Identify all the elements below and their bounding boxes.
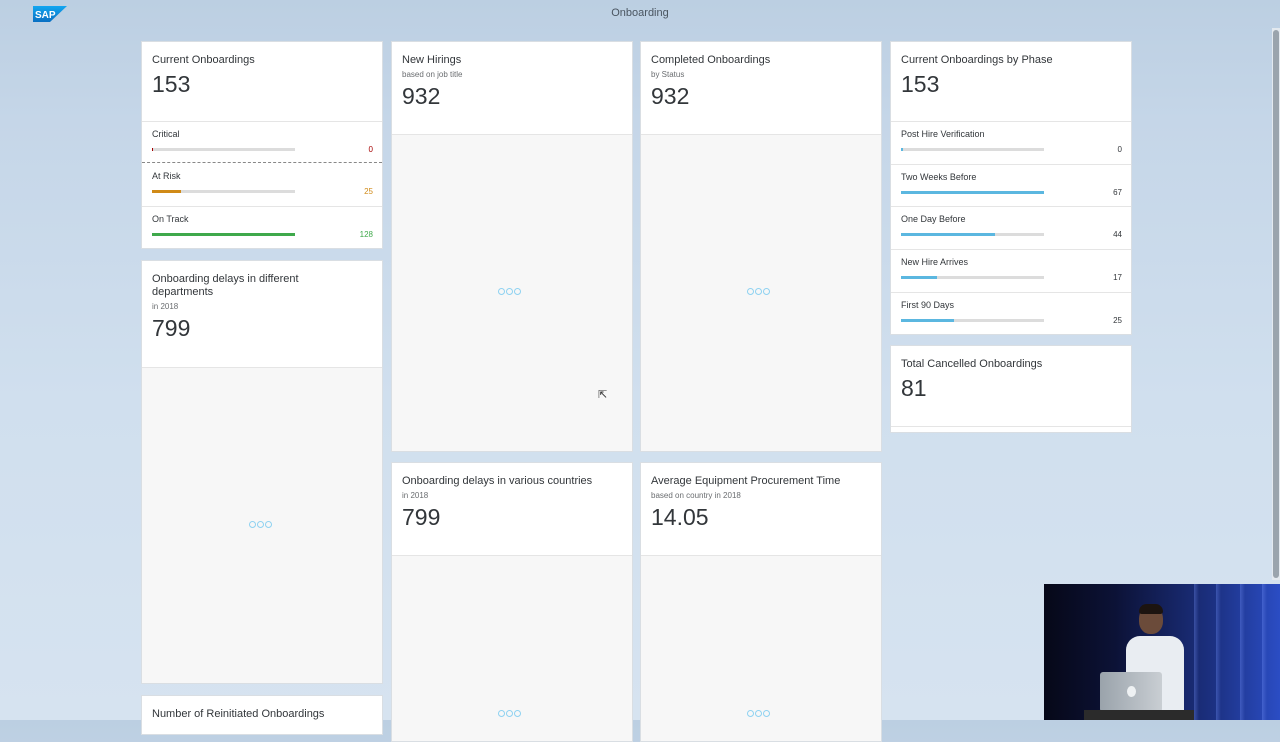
shell-title: Onboarding: [611, 7, 669, 19]
progress-track: [901, 319, 1044, 322]
row-label: At Risk: [152, 171, 181, 181]
curtain-decor: [1194, 584, 1199, 720]
kpi-value: 14.05: [651, 504, 709, 530]
progress-track: [152, 148, 295, 151]
card-title: Onboarding delays in various countries: [402, 475, 593, 487]
progress-track: [152, 233, 295, 236]
card-title: Number of Reinitiated Onboardings: [152, 708, 325, 720]
presenter-video: [1044, 584, 1280, 720]
progress-track: [152, 190, 295, 193]
progress-track: [901, 148, 1044, 151]
row-label: Post Hire Verification: [901, 129, 985, 139]
card-completed-onboardings[interactable]: Completed Onboardings by Status 932: [640, 41, 882, 452]
row-label: Critical: [152, 129, 180, 139]
card-subtitle: based on job title: [402, 70, 463, 79]
progress-track: [901, 276, 1044, 279]
phase-row-two-weeks-before[interactable]: Two Weeks Before 67: [891, 164, 1131, 206]
card-title: Completed Onboardings: [651, 54, 771, 66]
progress-fill: [901, 233, 996, 236]
curtain-decor: [1240, 584, 1245, 720]
status-row-critical[interactable]: Critical 0: [142, 121, 382, 163]
kpi-value: 932: [651, 83, 690, 109]
card-reinitiated[interactable]: Number of Reinitiated Onboardings: [141, 695, 383, 735]
progress-fill: [901, 148, 904, 151]
chart-area: [641, 556, 881, 741]
row-label: New Hire Arrives: [901, 257, 969, 267]
row-value: 128: [359, 230, 373, 239]
card-subtitle: based on country in 2018: [651, 491, 741, 500]
card-title: New Hirings: [402, 54, 462, 66]
row-label: One Day Before: [901, 214, 966, 224]
card-title: Total Cancelled Onboardings: [901, 358, 1043, 370]
card-title: Average Equipment Procurement Time: [651, 475, 841, 487]
curtain-decor: [1216, 584, 1221, 720]
loading-dots-icon: [498, 710, 521, 717]
progress-fill: [152, 190, 181, 193]
kpi-value: 153: [152, 71, 191, 97]
chart-area: [392, 556, 632, 741]
card-onboardings-by-phase[interactable]: Current Onboardings by Phase 153 Post Hi…: [890, 41, 1132, 335]
row-value: 0: [1117, 145, 1122, 154]
kpi-value: 81: [901, 375, 927, 401]
card-title: Current Onboardings: [152, 54, 255, 66]
card-subtitle: in 2018: [402, 491, 429, 500]
progress-fill: [901, 319, 954, 322]
row-label: Two Weeks Before: [901, 172, 977, 182]
shell-header: SAP Onboarding: [0, 0, 1280, 28]
card-subtitle: by Status: [651, 70, 685, 79]
card-current-onboardings[interactable]: Current Onboardings 153 Critical 0 At Ri…: [141, 41, 383, 249]
row-value: 44: [1113, 230, 1122, 239]
loading-dots-icon: [498, 288, 521, 295]
progress-track: [901, 191, 1044, 194]
card-total-cancelled[interactable]: Total Cancelled Onboardings 81: [890, 345, 1132, 433]
card-new-hirings[interactable]: New Hirings based on job title 932: [391, 41, 633, 452]
row-label: First 90 Days: [901, 300, 955, 310]
divider: [891, 426, 1131, 427]
progress-track: [901, 233, 1044, 236]
phase-row-new-hire-arrives[interactable]: New Hire Arrives 17: [891, 249, 1131, 291]
kpi-value: 799: [152, 315, 191, 341]
status-row-at-risk[interactable]: At Risk 25: [142, 164, 382, 206]
loading-dots-icon: [747, 288, 770, 295]
kpi-value: 932: [402, 83, 441, 109]
progress-fill: [901, 191, 1044, 194]
scrollbar-thumb[interactable]: [1273, 30, 1279, 578]
mouse-cursor-icon: ⇱: [598, 389, 608, 401]
card-title: Current Onboardings by Phase: [901, 54, 1053, 66]
progress-fill: [152, 233, 295, 236]
phase-row-first-90-days[interactable]: First 90 Days 25: [891, 292, 1131, 334]
apple-logo-icon: [1127, 686, 1136, 697]
row-label: On Track: [152, 214, 189, 224]
curtain-decor: [1262, 584, 1267, 720]
row-value: 17: [1113, 273, 1122, 282]
card-delays-countries[interactable]: Onboarding delays in various countries i…: [391, 462, 633, 742]
progress-fill: [901, 276, 937, 279]
chart-area: [142, 368, 382, 683]
chart-area: [641, 135, 881, 451]
kpi-value: 153: [901, 71, 940, 97]
chart-area: [392, 135, 632, 451]
kpi-value: 799: [402, 504, 441, 530]
status-row-on-track[interactable]: On Track 128: [142, 206, 382, 248]
row-value: 25: [364, 187, 373, 196]
progress-fill: [152, 148, 154, 151]
row-value: 0: [368, 145, 373, 154]
row-value: 25: [1113, 316, 1122, 325]
card-equipment-procurement[interactable]: Average Equipment Procurement Time based…: [640, 462, 882, 742]
card-subtitle: in 2018: [152, 302, 179, 311]
phase-row-post-hire-verification[interactable]: Post Hire Verification 0: [891, 121, 1131, 163]
card-title: Onboarding delays in different departmen…: [152, 273, 299, 298]
loading-dots-icon: [747, 710, 770, 717]
card-delays-departments[interactable]: Onboarding delays in different departmen…: [141, 260, 383, 684]
phase-row-one-day-before[interactable]: One Day Before 44: [891, 206, 1131, 248]
row-value: 67: [1113, 188, 1122, 197]
presenter-hair: [1139, 604, 1163, 614]
loading-dots-icon: [249, 521, 272, 528]
podium: [1084, 710, 1194, 720]
